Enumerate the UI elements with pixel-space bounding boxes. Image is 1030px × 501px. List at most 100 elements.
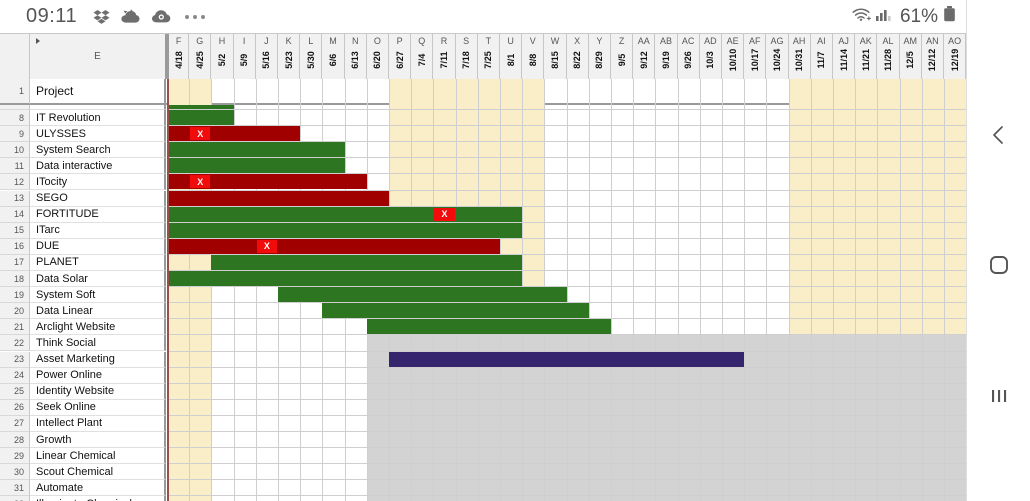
- row-label-arclight-website[interactable]: Arclight Website: [30, 319, 166, 336]
- gantt-bar[interactable]: [167, 158, 345, 174]
- column-header-Z[interactable]: Z 9/5: [611, 34, 634, 79]
- column-header-E[interactable]: E: [30, 34, 167, 79]
- milestone-marker[interactable]: X: [190, 175, 211, 189]
- row-label-automate[interactable]: Automate: [30, 480, 166, 497]
- column-header-I[interactable]: I 5/9: [233, 34, 256, 79]
- row-number-28[interactable]: 28: [0, 432, 30, 449]
- column-header-M[interactable]: M 6/6: [322, 34, 345, 79]
- row-number-13[interactable]: 13: [0, 190, 30, 207]
- column-header-AD[interactable]: AD 10/3: [699, 34, 722, 79]
- row-number-9[interactable]: 9: [0, 126, 30, 143]
- row-label-system-search[interactable]: System Search: [30, 142, 166, 159]
- column-header-H[interactable]: H 5/2: [211, 34, 234, 79]
- gantt-bar[interactable]: [211, 254, 523, 270]
- row-number-17[interactable]: 17: [0, 254, 30, 271]
- row-number-15[interactable]: 15: [0, 222, 30, 239]
- row-label-data-solar[interactable]: Data Solar: [30, 271, 166, 288]
- column-header-AO[interactable]: AO 12/19: [944, 34, 966, 79]
- row-label-system-soft[interactable]: System Soft: [30, 287, 166, 304]
- overflow-dots-icon[interactable]: [185, 14, 206, 19]
- row-number-8[interactable]: 8: [0, 110, 30, 127]
- column-header-F[interactable]: F 4/18: [167, 34, 190, 79]
- row-label-intellect-plant[interactable]: Intellect Plant: [30, 415, 166, 432]
- column-header-Y[interactable]: Y 8/29: [588, 34, 611, 79]
- row-label-it-revolution[interactable]: IT Revolution: [30, 110, 166, 127]
- gantt-bar[interactable]: [366, 319, 611, 335]
- row-label-asset-marketing[interactable]: Asset Marketing: [30, 351, 166, 368]
- milestone-marker[interactable]: X: [190, 127, 211, 141]
- row-label-data-linear[interactable]: Data Linear: [30, 303, 166, 320]
- row-label-planet[interactable]: PLANET: [30, 254, 166, 271]
- row-label-identity-website[interactable]: Identity Website: [30, 383, 166, 400]
- column-header-AN[interactable]: AN 12/12: [921, 34, 944, 79]
- select-all-corner[interactable]: [0, 34, 30, 79]
- back-icon[interactable]: [977, 113, 1021, 157]
- column-header-N[interactable]: N 6/13: [344, 34, 367, 79]
- row-number-22[interactable]: 22: [0, 335, 30, 352]
- column-header-AF[interactable]: AF 10/17: [744, 34, 767, 79]
- row-label-scout-chemical[interactable]: Scout Chemical: [30, 464, 166, 481]
- row-label-sego[interactable]: SEGO: [30, 190, 166, 207]
- gantt-bar[interactable]: [167, 126, 301, 142]
- row-number-16[interactable]: 16: [0, 238, 30, 255]
- sort-triangle-icon[interactable]: [36, 38, 40, 44]
- column-header-O[interactable]: O 6/20: [366, 34, 389, 79]
- row-number-23[interactable]: 23: [0, 351, 30, 368]
- gantt-bar[interactable]: [167, 271, 523, 287]
- milestone-marker[interactable]: X: [256, 239, 277, 253]
- home-icon[interactable]: [977, 243, 1021, 287]
- column-header-L[interactable]: L 5/30: [300, 34, 323, 79]
- row-number-27[interactable]: 27: [0, 415, 30, 432]
- column-header-AA[interactable]: AA 9/12: [633, 34, 656, 79]
- column-header-W[interactable]: W 8/15: [544, 34, 567, 79]
- milestone-marker[interactable]: X: [434, 207, 455, 221]
- row-label-think-social[interactable]: Think Social: [30, 335, 166, 352]
- row-number-11[interactable]: 11: [0, 158, 30, 175]
- column-header-K[interactable]: K 5/23: [278, 34, 301, 79]
- spreadsheet[interactable]: E F 4/18 G 4/25 H 5/2 I 5/9 J 5/16 K 5/23 L 5/30 M 6/6 N 6…: [0, 33, 966, 501]
- row-number-24[interactable]: 24: [0, 367, 30, 384]
- column-header-S[interactable]: S 7/18: [455, 34, 478, 79]
- row-label-ulysses[interactable]: ULYSSES: [30, 126, 166, 143]
- row-number-20[interactable]: 20: [0, 303, 30, 320]
- row-label-itocity[interactable]: ITocity: [30, 174, 166, 191]
- gantt-bar[interactable]: [389, 351, 745, 367]
- row-number-26[interactable]: 26: [0, 399, 30, 416]
- row-label-illuminate-chemical[interactable]: Illuminate Chemical: [30, 496, 166, 501]
- gantt-grid[interactable]: XXXXX: [167, 79, 966, 501]
- gantt-bar[interactable]: [167, 105, 234, 109]
- row-label-due[interactable]: DUE: [30, 238, 166, 255]
- column-header-Q[interactable]: Q 7/4: [411, 34, 434, 79]
- column-header-AL[interactable]: AL 11/28: [877, 34, 900, 79]
- row-number-10[interactable]: 10: [0, 142, 30, 159]
- gantt-bar[interactable]: [167, 206, 523, 222]
- column-header-AC[interactable]: AC 9/26: [677, 34, 700, 79]
- gantt-bar[interactable]: [322, 303, 589, 319]
- gantt-bar[interactable]: [167, 142, 345, 158]
- row-number-1[interactable]: 1: [0, 79, 30, 105]
- row-number-29[interactable]: 29: [0, 448, 30, 465]
- gantt-bar[interactable]: [278, 287, 567, 303]
- row-label-growth[interactable]: Growth: [30, 432, 166, 449]
- row-number-32[interactable]: 32: [0, 496, 30, 501]
- row-number-21[interactable]: 21: [0, 319, 30, 336]
- row-number-19[interactable]: 19: [0, 287, 30, 304]
- column-header-AH[interactable]: AH 10/31: [788, 34, 811, 79]
- column-header-row[interactable]: E F 4/18 G 4/25 H 5/2 I 5/9 J 5/16 K 5/23 L 5/30 M 6/6 N 6…: [0, 34, 966, 79]
- column-header-X[interactable]: X 8/22: [566, 34, 589, 79]
- row-number-31[interactable]: 31: [0, 480, 30, 497]
- row-label-seek-online[interactable]: Seek Online: [30, 399, 166, 416]
- column-header-AK[interactable]: AK 11/21: [855, 34, 878, 79]
- column-header-V[interactable]: V 8/8: [522, 34, 545, 79]
- gantt-bar[interactable]: [167, 190, 389, 206]
- column-header-U[interactable]: U 8/1: [500, 34, 523, 79]
- row-label-linear-chemical[interactable]: Linear Chemical: [30, 448, 166, 465]
- column-header-G[interactable]: G 4/25: [189, 34, 212, 79]
- row-label-itarc[interactable]: ITarc: [30, 222, 166, 239]
- row-number-25[interactable]: 25: [0, 383, 30, 400]
- row-label-data-interactive[interactable]: Data interactive: [30, 158, 166, 175]
- row-number-18[interactable]: 18: [0, 271, 30, 288]
- column-header-AJ[interactable]: AJ 11/14: [833, 34, 856, 79]
- row-label-power-online[interactable]: Power Online: [30, 367, 166, 384]
- gantt-bar[interactable]: [167, 238, 500, 254]
